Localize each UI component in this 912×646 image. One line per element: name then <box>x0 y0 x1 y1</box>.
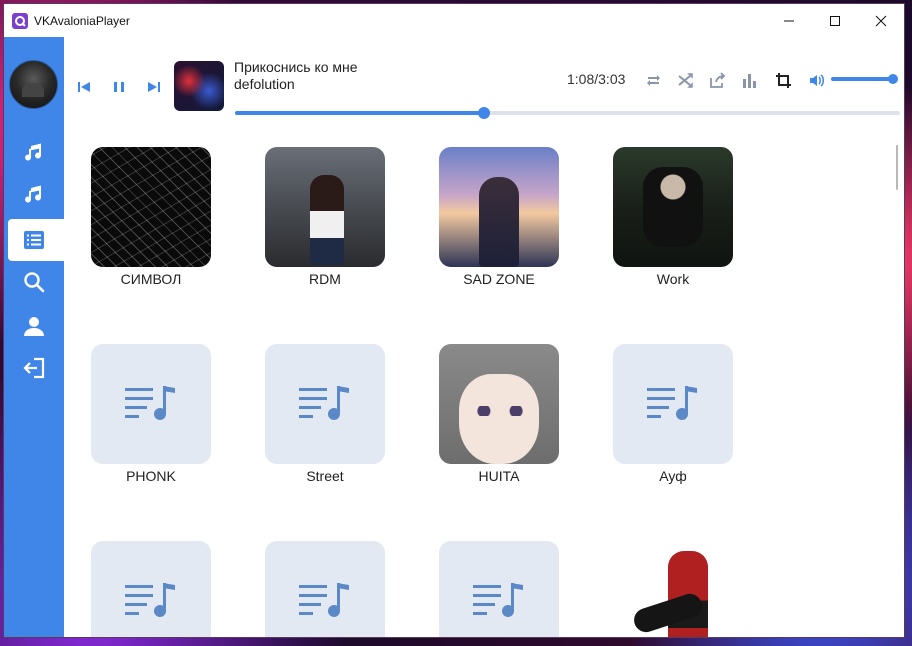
playlist-music-icon <box>299 583 349 617</box>
playlist-title: PHONK <box>126 468 176 484</box>
maximize-icon <box>830 15 840 26</box>
playlist-card[interactable] <box>265 541 385 637</box>
album-cover <box>174 61 224 111</box>
shuffle-icon <box>677 72 693 88</box>
playlist-placeholder-cover[interactable] <box>265 344 385 464</box>
playlist-card[interactable]: Work <box>613 147 733 287</box>
sidebar <box>4 37 64 637</box>
search-icon <box>24 272 45 293</box>
playlist-title: СИМВОЛ <box>120 271 182 287</box>
share-button[interactable] <box>706 69 728 91</box>
pause-icon <box>114 82 124 92</box>
progress-fill <box>235 111 485 115</box>
sidebar-item-recommendations[interactable] <box>8 175 64 217</box>
pause-button[interactable] <box>109 77 129 97</box>
sidebar-item-logout[interactable] <box>8 347 64 389</box>
progress-bar[interactable] <box>235 107 900 119</box>
playlist-placeholder-cover[interactable] <box>613 344 733 464</box>
playlist-card[interactable]: PHONK <box>91 344 211 484</box>
avatar[interactable] <box>9 60 58 109</box>
playlist-placeholder-cover[interactable] <box>91 541 211 637</box>
previous-button[interactable] <box>74 77 94 97</box>
sidebar-item-search[interactable] <box>8 261 64 303</box>
playlist-cover[interactable] <box>439 344 559 464</box>
playlist-placeholder-cover[interactable] <box>439 541 559 637</box>
playlist-title: SAD ZONE <box>463 271 535 287</box>
skip-next-icon <box>148 82 160 92</box>
playlist-card[interactable]: HUITA <box>439 344 559 484</box>
playlist-title: RDM <box>309 271 341 287</box>
sidebar-item-playlists[interactable] <box>8 219 64 261</box>
playlist-placeholder-cover[interactable] <box>265 541 385 637</box>
time-display: 1:08/3:03 <box>567 71 626 87</box>
title-bar: VKAvaloniaPlayer <box>4 4 904 37</box>
playlist-music-icon <box>299 386 349 420</box>
volume-icon <box>809 73 824 87</box>
repeat-button[interactable] <box>642 69 664 91</box>
playlist-title: HUITA <box>478 468 520 484</box>
volume-button[interactable] <box>805 69 827 91</box>
playlist-grid: СИМВОЛ RDM SAD ZONE Work PHONK Street HUITA Ауф <box>64 127 904 637</box>
music-note-icon <box>25 185 42 203</box>
playlist-cover[interactable] <box>265 147 385 267</box>
progress-knob[interactable] <box>478 107 491 119</box>
playlist-card[interactable]: Street <box>265 344 385 484</box>
sidebar-item-profile[interactable] <box>8 305 64 347</box>
playlist-card[interactable]: RDM <box>265 147 385 287</box>
user-icon <box>24 317 44 336</box>
shuffle-button[interactable] <box>674 69 696 91</box>
playlist-card[interactable]: СИМВОЛ <box>91 147 211 287</box>
track-title: Прикоснись ко мне <box>234 59 358 75</box>
next-button[interactable] <box>144 77 164 97</box>
player-bar: Прикоснись ко мне defolution 1:08/3:03 <box>64 37 904 127</box>
track-artist: defolution <box>234 76 295 92</box>
playlist-card[interactable]: SAD ZONE <box>439 147 559 287</box>
skip-previous-icon <box>78 82 90 92</box>
window-title: VKAvaloniaPlayer <box>34 13 130 28</box>
volume-slider-knob[interactable] <box>888 74 898 84</box>
playlist-placeholder-cover[interactable] <box>91 344 211 464</box>
playlist-music-icon <box>647 386 697 420</box>
volume-slider[interactable] <box>831 77 893 81</box>
playlist-music-icon <box>125 386 175 420</box>
playlist-title: Ауф <box>659 468 687 484</box>
list-icon <box>24 231 44 249</box>
sidebar-item-music[interactable] <box>8 133 64 175</box>
close-icon <box>875 15 887 26</box>
playlist-cover[interactable] <box>613 147 733 267</box>
logout-icon <box>23 357 45 379</box>
minimize-button[interactable] <box>766 4 812 37</box>
playlist-title: Work <box>656 271 690 287</box>
playlist-card[interactable]: Ауф <box>613 344 733 484</box>
close-button[interactable] <box>858 4 904 37</box>
equalizer-icon <box>742 73 756 88</box>
playlist-card[interactable] <box>91 541 211 637</box>
app-window: VKAvaloniaPlayer Прикоснись ко мне defol… <box>4 4 904 637</box>
scrollbar[interactable] <box>896 145 898 190</box>
playlist-cover[interactable] <box>439 147 559 267</box>
playlist-card[interactable] <box>613 541 733 637</box>
repeat-icon <box>646 74 660 86</box>
music-note-icon <box>25 143 42 161</box>
playlist-cover[interactable] <box>91 147 211 267</box>
share-icon <box>709 71 725 88</box>
playlist-card[interactable] <box>439 541 559 637</box>
crop-icon <box>775 72 791 88</box>
playlist-music-icon <box>125 583 175 617</box>
playlist-title: Street <box>306 468 344 484</box>
maximize-button[interactable] <box>812 4 858 37</box>
playlist-music-icon <box>473 583 523 617</box>
crop-button[interactable] <box>772 69 794 91</box>
app-logo-icon <box>12 12 28 29</box>
playlist-cover[interactable] <box>613 541 733 637</box>
equalizer-button[interactable] <box>738 69 760 91</box>
minimize-icon <box>784 20 794 21</box>
